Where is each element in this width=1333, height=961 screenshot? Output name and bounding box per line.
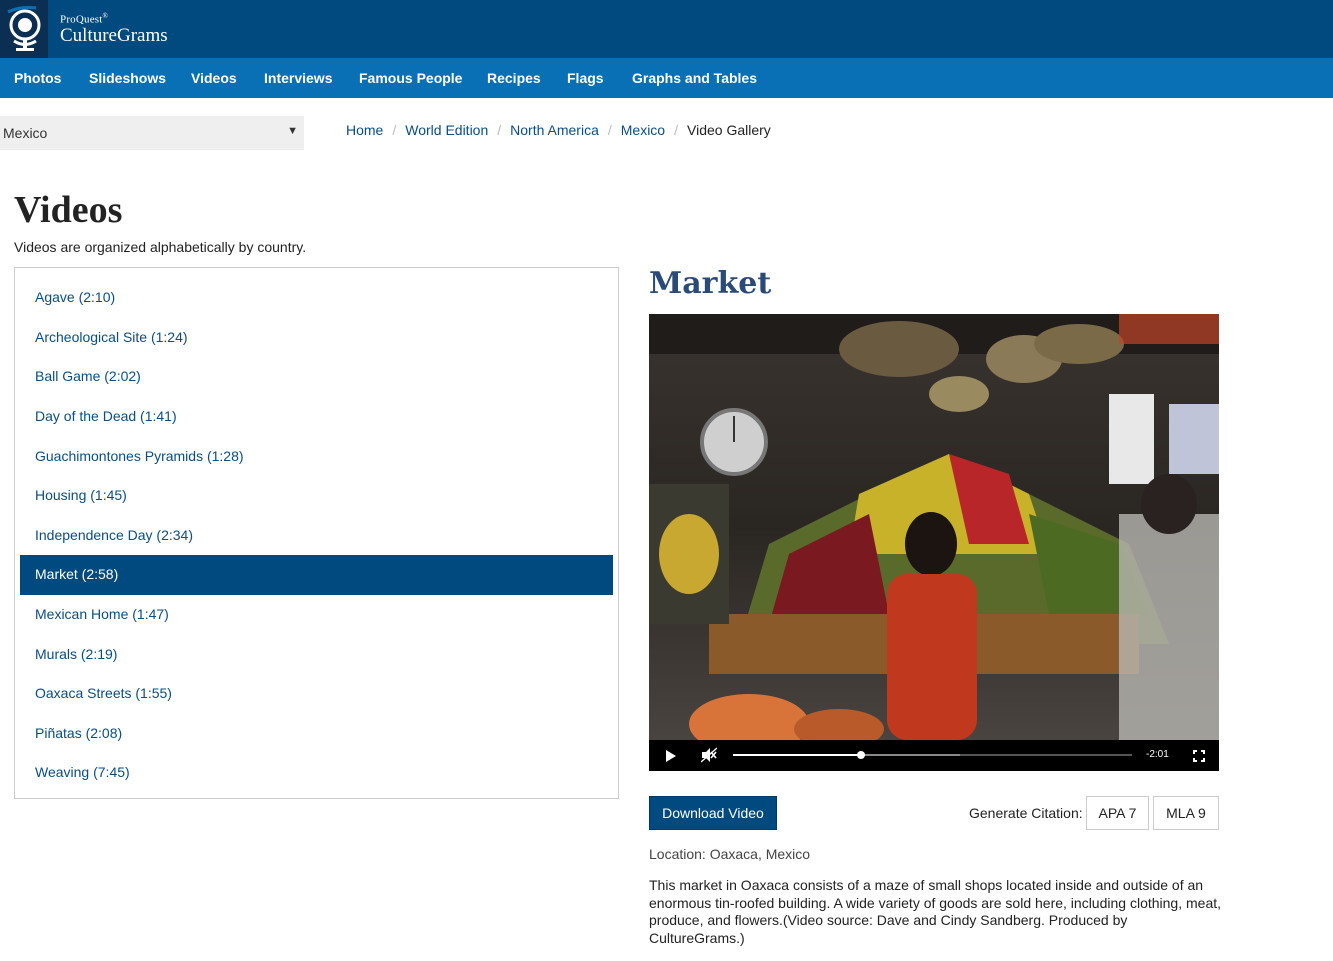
video-item-agave[interactable]: Agave (2:10) [20, 278, 613, 318]
video-item-label: Guachimontones Pyramids (1:28) [35, 448, 244, 464]
video-item-label: Independence Day (2:34) [35, 527, 193, 543]
video-item-archeological-site[interactable]: Archeological Site (1:24) [20, 318, 613, 358]
video-player[interactable]: -2:01 [649, 314, 1219, 771]
breadcrumb-north-america[interactable]: North America [510, 122, 599, 138]
video-item-day-of-the-dead[interactable]: Day of the Dead (1:41) [20, 397, 613, 437]
video-controls: -2:01 [649, 740, 1219, 771]
video-item-murals[interactable]: Murals (2:19) [20, 635, 613, 675]
nav-slideshows[interactable]: Slideshows [89, 58, 166, 98]
fullscreen-icon[interactable] [1193, 749, 1205, 767]
video-item-ball-game[interactable]: Ball Game (2:02) [20, 357, 613, 397]
brand-logo[interactable]: ProQuest® CultureGrams [60, 10, 168, 46]
page-subtitle: Videos are organized alphabetically by c… [14, 239, 307, 255]
country-select[interactable]: Mexico ▼ [0, 116, 304, 150]
download-video-button[interactable]: Download Video [649, 796, 777, 830]
caret-down-icon: ▼ [287, 125, 298, 137]
video-item-label: Murals (2:19) [35, 646, 118, 662]
video-item-housing[interactable]: Housing (1:45) [20, 476, 613, 516]
video-item-label: Market (2:58) [35, 566, 119, 582]
video-frame-market [649, 314, 1219, 740]
video-item-oaxaca-streets[interactable]: Oaxaca Streets (1:55) [20, 674, 613, 714]
video-item-independence-day[interactable]: Independence Day (2:34) [20, 516, 613, 556]
generate-citation-label: Generate Citation: [969, 805, 1083, 821]
page-title: Videos [14, 189, 123, 231]
video-item-label: Mexican Home (1:47) [35, 606, 169, 622]
nav-famous-people[interactable]: Famous People [359, 58, 462, 98]
video-item-label: Piñatas (2:08) [35, 725, 123, 741]
apa-citation-button[interactable]: APA 7 [1086, 796, 1149, 830]
breadcrumb-separator: / [607, 122, 612, 138]
time-remaining: -2:01 [1146, 749, 1169, 760]
video-list: Agave (2:10) Archeological Site (1:24) B… [14, 267, 619, 799]
video-item-mexican-home[interactable]: Mexican Home (1:47) [20, 595, 613, 635]
nav-interviews[interactable]: Interviews [264, 58, 332, 98]
video-item-pinatas[interactable]: Piñatas (2:08) [20, 714, 613, 754]
video-description: This market in Oaxaca consists of a maze… [649, 877, 1222, 946]
brand-name: CultureGrams [60, 24, 168, 46]
breadcrumb-mexico[interactable]: Mexico [621, 122, 665, 138]
video-item-label: Oaxaca Streets (1:55) [35, 685, 172, 701]
video-location: Location: Oaxaca, Mexico [649, 846, 811, 862]
nav-graphs-and-tables[interactable]: Graphs and Tables [632, 58, 757, 98]
video-item-guachimontones-pyramids[interactable]: Guachimontones Pyramids (1:28) [20, 437, 613, 477]
video-item-label: Agave (2:10) [35, 289, 116, 305]
breadcrumb-world-edition[interactable]: World Edition [405, 122, 488, 138]
nav-flags[interactable]: Flags [567, 58, 604, 98]
mla-citation-button[interactable]: MLA 9 [1153, 796, 1219, 830]
globe-logo-icon[interactable] [0, 0, 48, 58]
brand-small: ProQuest [60, 13, 103, 26]
mute-icon[interactable] [700, 747, 718, 768]
video-item-label: Ball Game (2:02) [35, 368, 141, 384]
breadcrumb-separator: / [392, 122, 397, 138]
nav-photos[interactable]: Photos [14, 58, 61, 98]
video-item-market[interactable]: Market (2:58) [20, 555, 613, 595]
video-item-weaving[interactable]: Weaving (7:45) [20, 753, 613, 793]
nav-recipes[interactable]: Recipes [487, 58, 541, 98]
video-item-label: Housing (1:45) [35, 487, 127, 503]
play-icon[interactable] [666, 749, 676, 767]
breadcrumb-separator: / [497, 122, 502, 138]
brand-registered-mark: ® [102, 12, 109, 20]
main-nav: Photos Slideshows Videos Interviews Famo… [0, 58, 1333, 98]
breadcrumb-separator: / [674, 122, 678, 138]
breadcrumb-current: Video Gallery [687, 122, 771, 138]
progress-track[interactable] [733, 751, 1132, 759]
played-bar [733, 754, 861, 756]
video-item-label: Day of the Dead (1:41) [35, 408, 177, 424]
scrubber-handle[interactable] [856, 751, 865, 759]
breadcrumb: Home / World Edition / North America / Mexico /… [346, 122, 771, 140]
country-select-value: Mexico [3, 125, 48, 141]
nav-videos[interactable]: Videos [191, 58, 237, 98]
top-header: ProQuest® CultureGrams [0, 0, 1333, 58]
video-item-label: Weaving (7:45) [35, 764, 130, 780]
video-item-label: Archeological Site (1:24) [35, 329, 188, 345]
video-title: Market [649, 266, 772, 301]
breadcrumb-home[interactable]: Home [346, 122, 383, 138]
